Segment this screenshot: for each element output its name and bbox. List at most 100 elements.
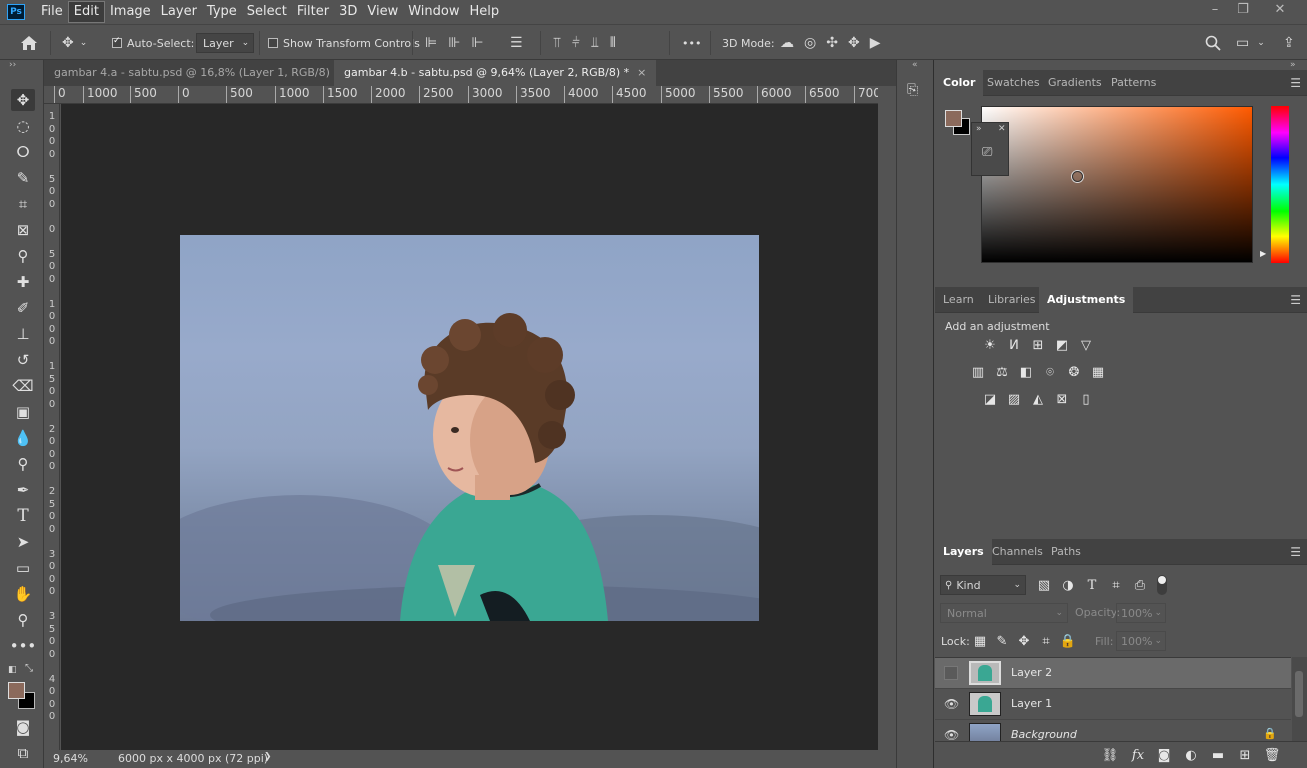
tab-patterns[interactable]: Patterns: [1103, 70, 1164, 96]
expand-icon[interactable]: »: [976, 124, 982, 134]
slide-3d-icon[interactable]: ✥: [848, 35, 860, 51]
close-tab-icon[interactable]: ×: [637, 66, 646, 79]
distribute-vertical-icon[interactable]: ⫴: [610, 35, 616, 51]
lock-artboard-icon[interactable]: ⌗: [1037, 632, 1055, 650]
collapse-dock-icon[interactable]: »: [1290, 60, 1296, 70]
menu-help[interactable]: Help: [465, 1, 505, 23]
collapse-panels-icon[interactable]: «: [912, 60, 918, 70]
eyedropper-tool-icon[interactable]: ⚲: [11, 245, 35, 267]
new-group-icon[interactable]: ▬: [1209, 746, 1227, 764]
menu-type[interactable]: Type: [202, 1, 242, 23]
invert-icon[interactable]: ◪: [981, 390, 999, 408]
tab-color[interactable]: Color: [935, 70, 984, 96]
hue-slider-handle[interactable]: ▶: [1260, 249, 1266, 258]
panel-menu-icon[interactable]: ☰: [1290, 76, 1301, 90]
default-colors-icon[interactable]: ◧: [8, 665, 17, 675]
auto-select-checkbox[interactable]: Auto-Select:: [112, 33, 194, 53]
channel-mixer-icon[interactable]: ❂: [1065, 363, 1083, 381]
link-layers-icon[interactable]: ⛓: [1101, 746, 1119, 764]
swap-colors-icon[interactable]: ⤡: [25, 663, 33, 674]
pen-tool-icon[interactable]: ✒: [11, 479, 35, 501]
color-picker-cursor[interactable]: [1072, 171, 1083, 182]
panel-menu-icon[interactable]: ☰: [1290, 545, 1301, 559]
eraser-tool-icon[interactable]: ⌫: [11, 375, 35, 397]
status-menu-arrow-icon[interactable]: ❯: [264, 752, 272, 762]
visibility-eye-icon[interactable]: 👁: [944, 697, 959, 711]
filter-shape-icon[interactable]: ⌗: [1107, 576, 1125, 594]
screen-mode-icon[interactable]: ⧉: [11, 742, 35, 764]
photo-filter-icon[interactable]: ⌾: [1041, 363, 1059, 381]
opacity-field[interactable]: 100% ⌄: [1116, 603, 1166, 623]
tab-gambar-4b[interactable]: gambar 4.b - sabtu.psd @ 9,64% (Layer 2,…: [334, 60, 657, 86]
close-window-icon[interactable]: ✕: [1267, 0, 1293, 22]
document-image[interactable]: [180, 235, 759, 621]
blur-tool-icon[interactable]: 💧: [11, 427, 35, 449]
align-top-icon[interactable]: ⫪: [553, 35, 561, 51]
levels-icon[interactable]: ⵍ: [1005, 336, 1023, 354]
canvas-vertical-scrollbar[interactable]: [878, 104, 896, 750]
menu-edit[interactable]: Edit: [67, 1, 105, 23]
align-left-icon[interactable]: ⊫: [425, 35, 437, 51]
tab-paths[interactable]: Paths: [1043, 539, 1089, 565]
layers-scrollbar[interactable]: [1292, 657, 1307, 741]
lock-all-icon[interactable]: 🔒: [1059, 632, 1077, 650]
horizontal-ruler[interactable]: 0 1000 500 0 500 1000 1500 2000 2500 300…: [44, 86, 878, 104]
vertical-ruler[interactable]: 100050005001000150020002500300035004000: [44, 104, 60, 750]
color-panel-foreground-swatch[interactable]: [945, 110, 962, 127]
tab-learn[interactable]: Learn: [935, 287, 982, 313]
filter-type-icon[interactable]: T: [1083, 576, 1101, 594]
filter-pixel-icon[interactable]: ▧: [1035, 576, 1053, 594]
menu-image[interactable]: Image: [105, 1, 156, 23]
minimize-icon[interactable]: –: [1202, 0, 1228, 22]
tab-gambar-4a[interactable]: gambar 4.a - sabtu.psd @ 16,8% (Layer 1,…: [44, 60, 358, 86]
exposure-icon[interactable]: ◩: [1053, 336, 1071, 354]
foreground-color-swatch[interactable]: [8, 682, 25, 699]
gradient-map-icon[interactable]: ▯: [1077, 390, 1095, 408]
new-layer-icon[interactable]: ⊞: [1236, 746, 1254, 764]
marquee-tool-icon[interactable]: ◌: [11, 115, 35, 137]
lasso-tool-icon[interactable]: ⵔ: [11, 141, 35, 163]
path-selection-tool-icon[interactable]: ➤: [11, 531, 35, 553]
tab-gradients[interactable]: Gradients: [1040, 70, 1110, 96]
dodge-tool-icon[interactable]: ⚲: [11, 453, 35, 475]
filter-smart-object-icon[interactable]: ⎙: [1131, 576, 1149, 594]
camera-3d-icon[interactable]: ▶: [870, 35, 881, 51]
brightness-contrast-icon[interactable]: ☀: [981, 336, 999, 354]
vibrance-icon[interactable]: ▽: [1077, 336, 1095, 354]
color-balance-icon[interactable]: ⚖: [993, 363, 1011, 381]
type-tool-icon[interactable]: T: [11, 505, 35, 527]
brush-tool-icon[interactable]: ✐: [11, 297, 35, 319]
lock-transparent-icon[interactable]: ▦: [971, 632, 989, 650]
auto-select-dropdown[interactable]: Layer ⌄: [196, 33, 255, 53]
healing-brush-tool-icon[interactable]: ✚: [11, 271, 35, 293]
align-right-icon[interactable]: ⊩: [471, 35, 483, 51]
selective-color-icon[interactable]: ⊠: [1053, 390, 1071, 408]
move-tool-icon[interactable]: ✥: [11, 89, 35, 111]
layer-name[interactable]: Background: [1011, 728, 1077, 741]
layer-name[interactable]: Layer 2: [1011, 666, 1052, 679]
rectangle-tool-icon[interactable]: ▭: [11, 557, 35, 579]
layer-row-layer-2[interactable]: Layer 2: [935, 658, 1291, 689]
posterize-icon[interactable]: ▨: [1005, 390, 1023, 408]
clone-stamp-tool-icon[interactable]: ⊥: [11, 323, 35, 345]
menu-window[interactable]: Window: [403, 1, 464, 23]
hue-slider[interactable]: [1271, 106, 1289, 263]
hand-tool-icon[interactable]: ✋: [11, 583, 35, 605]
tab-adjustments[interactable]: Adjustments: [1039, 287, 1134, 313]
collapse-toolbar-icon[interactable]: ››: [9, 60, 16, 70]
black-white-icon[interactable]: ◧: [1017, 363, 1035, 381]
layer-filter-dropdown[interactable]: ⚲ Kind ⌄: [940, 575, 1026, 595]
align-middle-icon[interactable]: ⫩: [572, 35, 580, 51]
history-panel-icon[interactable]: ⎘: [907, 82, 925, 102]
home-icon[interactable]: [20, 33, 38, 53]
canvas-area[interactable]: [61, 104, 878, 750]
fill-field[interactable]: 100% ⌄: [1116, 631, 1166, 651]
distribute-icon[interactable]: ☰: [510, 33, 523, 53]
gradient-tool-icon[interactable]: ▣: [11, 401, 35, 423]
zoom-tool-icon[interactable]: ⚲: [11, 609, 35, 631]
edit-toolbar-icon[interactable]: •••: [10, 635, 37, 657]
color-picker-field[interactable]: [981, 106, 1253, 263]
show-transform-checkbox[interactable]: Show Transform Controls: [268, 33, 420, 53]
workspace-icon[interactable]: ▭ ⌄: [1236, 33, 1265, 53]
blend-mode-dropdown[interactable]: Normal ⌄: [940, 603, 1068, 623]
